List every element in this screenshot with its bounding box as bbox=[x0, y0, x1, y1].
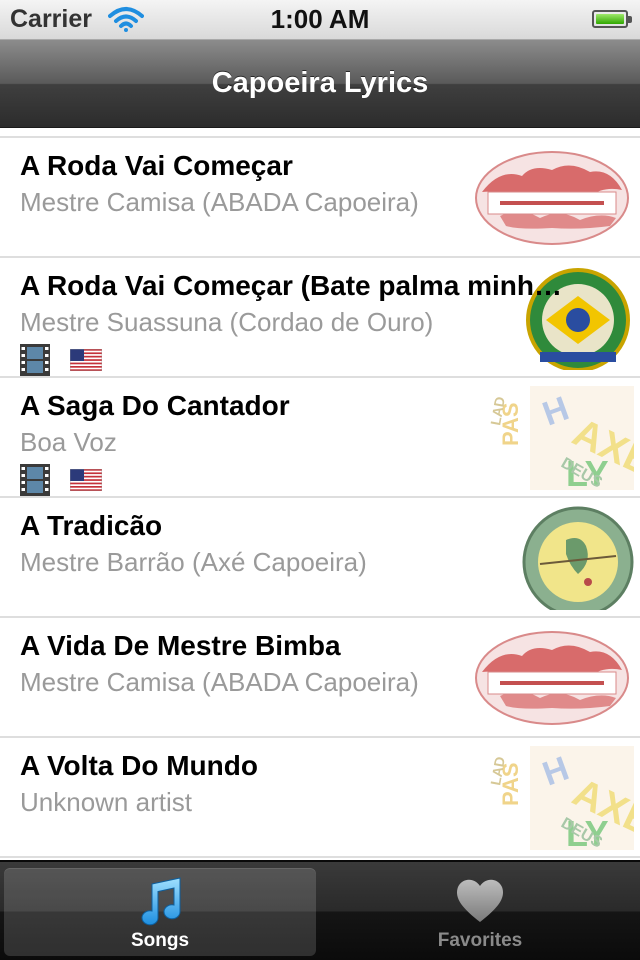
song-artist: Mestre Barrão (Axé Capoeira) bbox=[20, 547, 367, 577]
status-bar: Carrier 1:00 AM bbox=[0, 0, 640, 40]
song-title: A Volta Do Mundo bbox=[20, 750, 258, 781]
song-row[interactable]: A Tradicão Mestre Barrão (Axé Capoeira) bbox=[0, 498, 640, 618]
song-title: A Roda Vai Começar (Bate palma minh… bbox=[20, 270, 562, 301]
song-artist: Mestre Camisa (ABADA Capoeira) bbox=[20, 667, 419, 697]
song-title: A Roda Vai Começar bbox=[20, 150, 293, 181]
navigation-bar: Capoeira Lyrics bbox=[0, 40, 640, 128]
song-list[interactable]: A Roda Vai Começar Mestre Camisa (ABADA C… bbox=[0, 128, 640, 860]
battery-level-fill bbox=[596, 14, 624, 24]
music-note-icon bbox=[141, 877, 181, 926]
video-film-icon bbox=[20, 344, 50, 376]
tab-songs[interactable]: Songs bbox=[4, 868, 316, 956]
tab-favorites-label: Favorites bbox=[437, 930, 523, 951]
song-title: A Saga Do Cantador bbox=[20, 390, 290, 421]
us-flag-icon bbox=[69, 468, 103, 492]
song-row[interactable]: A Roda Vai Começar (Bate palma minh… Mest… bbox=[0, 258, 640, 378]
battery-icon bbox=[592, 10, 632, 28]
tab-favorites[interactable]: Favorites bbox=[324, 868, 636, 956]
song-row[interactable]: PAS H AXE LY DEUS LAD A Volta Do Mundo Un… bbox=[0, 738, 640, 858]
song-title: A Tradicão bbox=[20, 510, 163, 541]
song-artist: Boa Voz bbox=[20, 427, 117, 457]
list-row-partial bbox=[0, 128, 640, 138]
heart-icon bbox=[456, 879, 504, 922]
video-film-icon bbox=[20, 464, 50, 496]
song-artist: Mestre Camisa (ABADA Capoeira) bbox=[20, 187, 419, 217]
song-row[interactable]: A Vida De Mestre Bimba Mestre Camisa (ABA… bbox=[0, 618, 640, 738]
song-artist: Mestre Suassuna (Cordao de Ouro) bbox=[20, 307, 434, 337]
tab-bar: Songs Favorites bbox=[0, 860, 640, 960]
song-title: A Vida De Mestre Bimba bbox=[20, 630, 341, 661]
status-time: 1:00 AM bbox=[270, 4, 370, 34]
song-artist: Unknown artist bbox=[20, 787, 192, 817]
us-flag-icon bbox=[69, 348, 103, 372]
page-title: Capoeira Lyrics bbox=[211, 67, 429, 99]
song-row[interactable]: PAS H AXE LY DEUS LAD A Saga Do Cantador… bbox=[0, 378, 640, 498]
song-row[interactable]: A Roda Vai Começar Mestre Camisa (ABADA C… bbox=[0, 138, 640, 258]
tab-songs-label: Songs bbox=[130, 930, 190, 951]
